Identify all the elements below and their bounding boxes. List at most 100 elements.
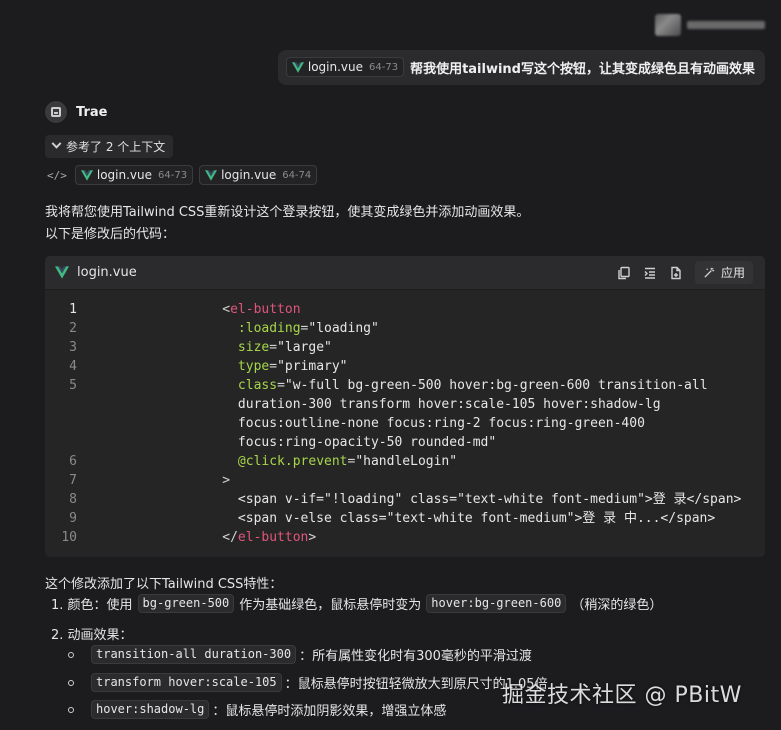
list-item: 2. 动画效果：	[51, 624, 133, 643]
code-text: >	[144, 473, 231, 488]
line-number: 6	[69, 454, 77, 469]
inline-code: hover:shadow-lg	[91, 700, 210, 719]
sub-list-item: hover:shadow-lg ：鼠标悬停时添加阴影效果，增强立体感	[68, 700, 446, 719]
code-line: 9 <span v-else class="text-white font-me…	[45, 509, 765, 528]
user-avatar-blurred	[655, 12, 767, 38]
code-text: size="large"	[237, 340, 332, 355]
line-number: 1	[69, 302, 77, 317]
insert-icon[interactable]	[643, 266, 657, 280]
code-line: duration-300 transform hover:scale-105 h…	[45, 395, 765, 414]
code-line: 7 >	[45, 471, 765, 490]
inline-code: transform hover:scale-105	[91, 673, 282, 692]
explanation-heading: 这个修改添加了以下Tailwind CSS特性：	[45, 577, 283, 592]
line-number	[45, 414, 77, 433]
line-number: 4	[69, 359, 77, 374]
code-text: type="primary"	[237, 359, 348, 374]
list-item-label: 2. 动画效果：	[51, 628, 133, 643]
vue-icon	[55, 266, 69, 279]
code-text: </el-button>	[144, 530, 317, 545]
sub-list-item: transform hover:scale-105 ：鼠标悬停时按钮轻微放大到原…	[68, 673, 548, 692]
vue-icon	[205, 169, 218, 181]
list-item-label: 1. 颜色：使用	[51, 598, 133, 613]
inline-code: hover:bg-green-600	[426, 594, 567, 613]
bullet-icon	[68, 706, 74, 713]
line-number: 10	[61, 530, 77, 545]
code-text: <span v-if="!loading" class="text-white …	[144, 492, 742, 507]
user-message-bubble: login.vue 64-73 帮我使用tailwind写这个按钮，让其变成绿色…	[277, 50, 765, 85]
intro-line: 我将帮您使用Tailwind CSS重新设计这个登录按钮，使其变成绿色并添加动画…	[45, 205, 530, 220]
code-text: :loading="loading"	[237, 321, 379, 336]
bullet-icon	[68, 679, 74, 686]
code-line: 8 <span v-if="!loading" class="text-whit…	[45, 490, 765, 509]
user-name-blurred	[687, 21, 765, 29]
line-number: 3	[69, 340, 77, 355]
code-line: focus:ring-opacity-50 rounded-md"	[45, 433, 765, 452]
code-actions: 应用	[617, 261, 753, 284]
user-avatar-image	[655, 14, 681, 36]
context-files-row: </> login.vue 64-73 login.vue 64-74	[47, 165, 318, 185]
list-item-text: （稍深的绿色）	[571, 598, 663, 613]
user-file-chip-range: 64-73	[369, 61, 399, 73]
assistant-header: Trae	[45, 101, 107, 123]
line-number	[45, 433, 77, 452]
context-file-name: login.vue	[221, 168, 277, 182]
wand-icon	[704, 267, 715, 278]
line-number: 5	[69, 378, 77, 393]
vue-icon	[80, 169, 93, 181]
user-message-text: 帮我使用tailwind写这个按钮，让其变成绿色且有动画效果	[410, 61, 755, 77]
code-filename-label: login.vue	[77, 265, 137, 280]
code-text: focus:ring-opacity-50 rounded-md"	[144, 435, 497, 450]
watermark: 掘金技术社区 @ PBitW	[502, 683, 742, 708]
bullet-icon	[68, 651, 74, 658]
code-icon: </>	[47, 168, 67, 182]
context-file-range: 64-73	[158, 169, 188, 181]
context-file-chip[interactable]: login.vue 64-73	[74, 165, 194, 185]
vue-icon	[291, 61, 304, 73]
code-filename: login.vue	[55, 265, 137, 280]
user-file-chip[interactable]: login.vue 64-73	[285, 57, 405, 77]
line-number: 8	[69, 492, 77, 507]
intro-line: 以下是修改后的代码：	[45, 227, 176, 242]
code-text: <span v-else class="text-white font-medi…	[144, 511, 716, 526]
apply-button[interactable]: 应用	[694, 261, 753, 284]
code-line: focus:outline-none focus:ring-2 focus:ri…	[45, 414, 765, 433]
assistant-name: Trae	[76, 104, 108, 120]
assistant-intro: 我将帮您使用Tailwind CSS重新设计这个登录按钮，使其变成绿色并添加动画…	[45, 202, 529, 246]
code-text: duration-300 transform hover:scale-105 h…	[144, 397, 661, 412]
apply-button-label: 应用	[720, 266, 745, 280]
sub-item-text: ：所有属性变化时有300毫秒的平滑过渡	[299, 649, 532, 664]
code-line: 5 class="w-full bg-green-500 hover:bg-gr…	[45, 376, 765, 395]
line-number	[45, 395, 77, 414]
code-line: 1 <el-button	[45, 300, 765, 319]
user-file-chip-name: login.vue	[307, 60, 363, 74]
code-text: @click.prevent="handleLogin"	[237, 454, 458, 469]
context-file-chip[interactable]: login.vue 64-74	[199, 165, 318, 185]
copy-icon[interactable]	[617, 266, 631, 280]
line-number: 9	[69, 511, 77, 526]
code-line: 4 type="primary"	[45, 357, 765, 376]
code-block: login.vue 应用 1 <el-button 2:loading="lo…	[45, 256, 765, 557]
chevron-down-icon	[51, 138, 62, 149]
context-toggle-button[interactable]: 参考了 2 个上下文	[45, 135, 174, 158]
context-toggle-label: 参考了 2 个上下文	[66, 140, 166, 154]
code-block-header: login.vue 应用	[45, 256, 765, 290]
code-text: <el-button	[144, 302, 301, 317]
code-line: 6 @click.prevent="handleLogin"	[45, 452, 765, 471]
code-line: 2 :loading="loading"	[45, 319, 765, 338]
context-file-range: 64-74	[282, 169, 312, 181]
context-file-name: login.vue	[96, 168, 153, 182]
inline-code: transition-all duration-300	[91, 645, 297, 664]
code-line: 3 size="large"	[45, 338, 765, 357]
code-text: focus:outline-none focus:ring-2 focus:ri…	[144, 416, 645, 431]
code-body: 1 <el-button 2 :loading="loading" 3 size…	[45, 290, 765, 547]
assistant-avatar-icon	[45, 101, 67, 123]
line-number: 2	[69, 321, 77, 336]
new-file-icon[interactable]	[669, 266, 683, 280]
inline-code: bg-green-500	[137, 594, 235, 613]
line-number: 7	[69, 473, 77, 488]
code-line: 10 </el-button>	[45, 528, 765, 547]
code-text: class="w-full bg-green-500 hover:bg-gree…	[237, 378, 708, 393]
list-item: 1. 颜色：使用 bg-green-500 作为基础绿色，鼠标悬停时变为 hov…	[51, 594, 662, 613]
sub-item-text: ：鼠标悬停时添加阴影效果，增强立体感	[212, 704, 447, 719]
sub-list-item: transition-all duration-300 ：所有属性变化时有300…	[68, 645, 532, 664]
